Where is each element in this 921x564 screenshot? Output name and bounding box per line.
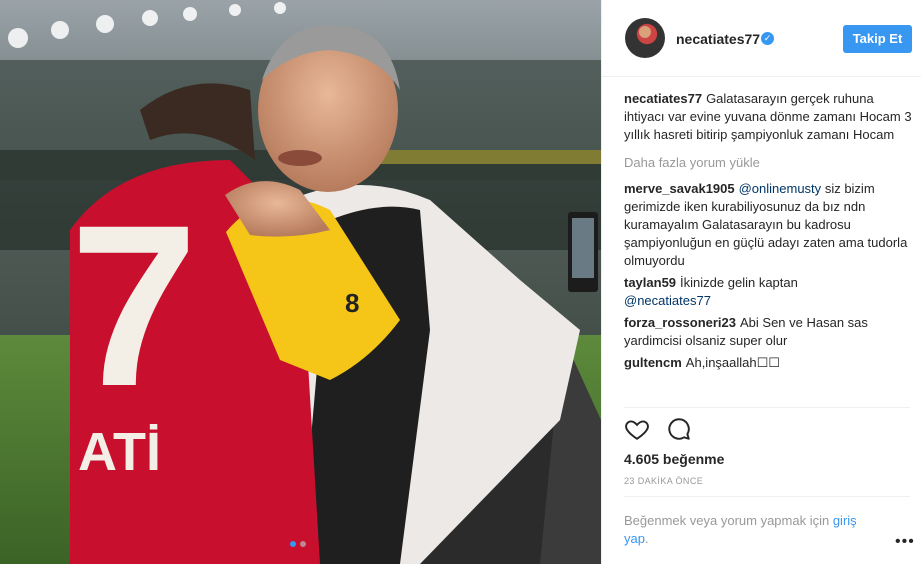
- post-photo[interactable]: 7 ATİ 8: [0, 0, 601, 564]
- verified-badge-icon: ✓: [761, 32, 774, 45]
- follow-button[interactable]: Takip Et: [843, 25, 912, 53]
- divider: [624, 496, 910, 497]
- sleeve-badge: 8: [345, 288, 359, 318]
- post-timestamp[interactable]: 23 DAKİKA ÖNCE: [624, 476, 703, 486]
- comment-text: Ah,inşaallah☐☐: [685, 355, 780, 370]
- more-options-button[interactable]: •••: [895, 533, 915, 551]
- caption: necatiates77 Galatasarayın gerçek ruhuna …: [624, 90, 914, 144]
- list-item: forza_rossoneri23 Abi Sen ve Hasan sas ya…: [624, 314, 914, 350]
- jersey-name: ATİ: [78, 422, 161, 482]
- carousel-indicator: [290, 541, 306, 547]
- action-bar: [624, 416, 692, 444]
- list-item: gultencm Ah,inşaallah☐☐: [624, 354, 914, 372]
- login-prompt-text: Beğenmek veya yorum yapmak için: [624, 513, 830, 528]
- list-item: merve_savak1905 @onlinemusty siz bizim ge…: [624, 180, 914, 270]
- login-period: .: [644, 531, 649, 546]
- carousel-dot-active: [290, 541, 296, 547]
- caption-username[interactable]: necatiates77: [624, 91, 702, 106]
- comment-username[interactable]: gultencm: [624, 355, 682, 370]
- comments-list[interactable]: necatiates77 Galatasarayın gerçek ruhuna …: [624, 90, 914, 407]
- comment-text: İkinizde gelin kaptan: [680, 275, 798, 290]
- comment-mention[interactable]: @onlinemusty: [739, 181, 822, 196]
- login-prompt: Beğenmek veya yorum yapmak için giriş ya…: [624, 512, 884, 548]
- carousel-dot: [300, 541, 306, 547]
- list-item: taylan59 İkinizde gelin kaptan @necatiate…: [624, 274, 914, 310]
- avatar[interactable]: [625, 18, 665, 58]
- comment-username[interactable]: forza_rossoneri23: [624, 315, 736, 330]
- comment-username[interactable]: taylan59: [624, 275, 676, 290]
- post-side-panel: necatiates77 ✓ Takip Et necatiates77 Gala…: [601, 0, 921, 564]
- heart-icon[interactable]: [624, 416, 650, 442]
- divider: [624, 407, 910, 408]
- load-more-comments-link[interactable]: Daha fazla yorum yükle: [624, 154, 914, 172]
- photo-illustration: 7 ATİ 8: [0, 0, 601, 564]
- comment-mention[interactable]: @necatiates77: [624, 293, 711, 308]
- post-header: necatiates77 ✓ Takip Et: [602, 0, 921, 77]
- likes-count[interactable]: 4.605 beğenme: [624, 451, 724, 467]
- comment-bubble-icon[interactable]: [666, 416, 692, 442]
- header-username[interactable]: necatiates77: [676, 31, 760, 47]
- jersey-number: 7: [70, 177, 198, 434]
- comment-username[interactable]: merve_savak1905: [624, 181, 735, 196]
